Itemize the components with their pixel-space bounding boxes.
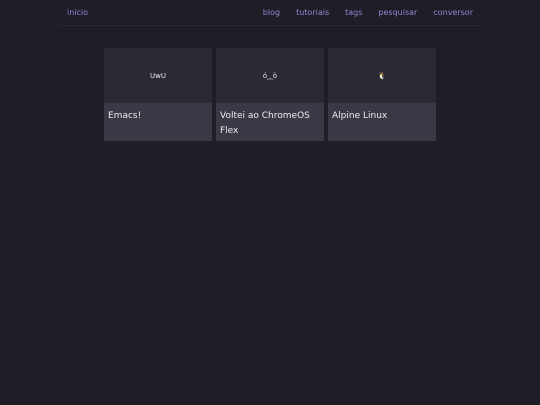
post-title: Emacs! [108,111,142,121]
nav-link-conversor[interactable]: conversor [433,8,473,17]
nav-links: blog tutoriais tags pesquisar conversor [263,8,473,17]
post-card-chromeos[interactable]: ó⁔ò Voltei ao ChromeOS Flex [216,48,324,141]
post-card-alpine[interactable]: 🐧 Alpine Linux [328,48,436,141]
post-thumbnail: ó⁔ò [216,48,324,103]
post-card-emacs[interactable]: UwU Emacs! [104,48,212,141]
top-nav: inicio blog tutoriais tags pesquisar con… [60,0,480,26]
nav-link-pesquisar[interactable]: pesquisar [378,8,417,17]
post-title: Alpine Linux [332,111,388,121]
nav-home-link[interactable]: inicio [67,8,88,17]
penguin-icon: 🐧 [328,48,436,103]
post-title: Voltei ao ChromeOS Flex [220,111,310,136]
nav-link-blog[interactable]: blog [263,8,280,17]
post-thumbnail: UwU [104,48,212,103]
nav-link-tutoriais[interactable]: tutoriais [296,8,329,17]
post-grid: UwU Emacs! ó⁔ò Voltei ao ChromeOS Flex 🐧… [104,48,436,141]
nav-link-tags[interactable]: tags [345,8,362,17]
